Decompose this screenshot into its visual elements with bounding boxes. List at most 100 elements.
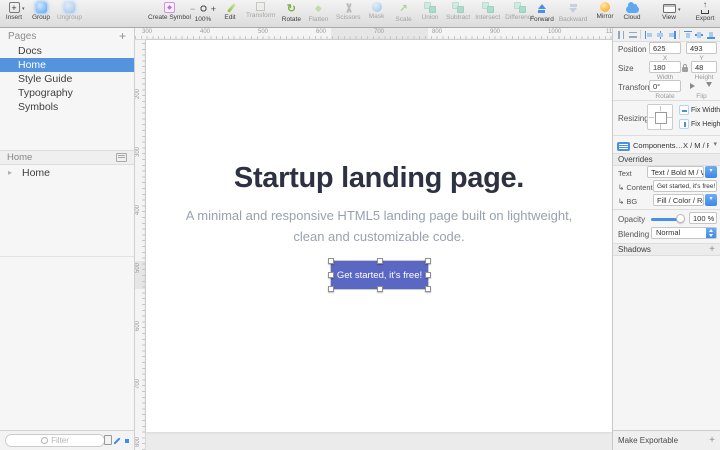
text-override-field[interactable]: Text / Bold M / Whi… bbox=[647, 166, 704, 178]
align-top-icon[interactable] bbox=[684, 31, 692, 39]
sidebar-page-home[interactable]: Home bbox=[0, 58, 134, 72]
width-field[interactable]: 180 bbox=[649, 61, 681, 73]
sidebar-page-typography[interactable]: Typography bbox=[0, 86, 134, 100]
pages-header: Pages + bbox=[0, 28, 134, 44]
ungroup-icon bbox=[64, 2, 75, 13]
toolbar-intersect-button[interactable]: Intersect bbox=[475, 2, 500, 21]
distribute-horizontal-icon[interactable] bbox=[617, 31, 625, 39]
horizontal-ruler: 30040050060070080090010001100 bbox=[135, 28, 612, 40]
toolbar-cloud-button[interactable]: Cloud bbox=[621, 2, 643, 21]
subtitle-text-layer[interactable]: A minimal and responsive HTML5 landing p… bbox=[146, 205, 612, 247]
toolbar-transform-button[interactable]: Transform bbox=[246, 2, 275, 23]
align-left-icon[interactable] bbox=[645, 31, 653, 39]
text-override-dropdown-button[interactable]: ▾ bbox=[705, 166, 717, 178]
align-bottom-icon[interactable] bbox=[707, 31, 715, 39]
toolbar-backward-button[interactable]: Backward bbox=[559, 2, 588, 23]
content-override-field[interactable]: Get started, it's free! bbox=[653, 180, 717, 192]
resizing-diagram[interactable] bbox=[647, 104, 673, 130]
make-exportable-add-button[interactable]: + bbox=[709, 435, 715, 446]
shadows-label: Shadows bbox=[618, 243, 651, 256]
position-y-field[interactable]: 493 bbox=[686, 42, 717, 54]
selection-handle-sw[interactable] bbox=[328, 286, 334, 292]
opacity-slider-knob[interactable] bbox=[676, 214, 685, 223]
align-right-icon[interactable] bbox=[668, 31, 676, 39]
blending-dropdown[interactable]: Normal bbox=[651, 227, 717, 239]
lock-icon[interactable] bbox=[682, 67, 688, 72]
edit-icon bbox=[225, 2, 235, 13]
ruler-label: 600 bbox=[316, 29, 326, 35]
sidebar-page-style-guide[interactable]: Style Guide bbox=[0, 72, 134, 86]
toolbar-flatten-button[interactable]: ◆Flatten bbox=[307, 2, 329, 23]
flip-horizontal-icon[interactable] bbox=[690, 83, 698, 89]
toolbar-100%-button[interactable]: 100% bbox=[190, 2, 216, 23]
toolbar-edit-button[interactable]: Edit bbox=[219, 2, 241, 23]
selection-handle-e[interactable] bbox=[425, 272, 431, 278]
cta-button-layer[interactable]: Get started, it's free! bbox=[331, 261, 428, 289]
add-shadow-button[interactable]: + bbox=[709, 243, 715, 256]
sidebar-page-symbols[interactable]: Symbols bbox=[0, 100, 134, 114]
layer-item-home[interactable]: ▸ Home bbox=[0, 166, 134, 180]
rotate-icon: ↻ bbox=[287, 2, 296, 15]
page-icon[interactable] bbox=[104, 435, 112, 445]
pencil-icon[interactable] bbox=[113, 437, 120, 444]
opacity-value-field[interactable]: 100 % bbox=[689, 212, 717, 224]
insert-icon bbox=[9, 2, 20, 13]
selection-handle-n[interactable] bbox=[377, 258, 383, 264]
toolbar-view-button[interactable]: View bbox=[658, 2, 680, 21]
toolbar-create-symbol-button[interactable]: Create Symbol bbox=[148, 2, 191, 21]
stepper-icon[interactable] bbox=[706, 227, 717, 239]
toolbar-group-button[interactable]: Group bbox=[30, 2, 52, 21]
blending-label: Blending bbox=[618, 230, 649, 239]
flip-vertical-icon[interactable] bbox=[706, 82, 712, 90]
sidebar-page-docs[interactable]: Docs bbox=[0, 44, 134, 58]
divider bbox=[613, 209, 720, 210]
toolbar-union-button[interactable]: Union bbox=[419, 2, 441, 21]
union-icon bbox=[424, 2, 436, 13]
selection-handle-w[interactable] bbox=[328, 272, 334, 278]
height-field[interactable]: 48 bbox=[691, 61, 717, 73]
ruler-label: 500 bbox=[258, 29, 268, 35]
artboard-home[interactable]: Startup landing page. A minimal and resp… bbox=[146, 40, 612, 432]
toolbar-group: UnionSubtractIntersectDifference bbox=[419, 2, 535, 21]
selection-handle-ne[interactable] bbox=[425, 258, 431, 264]
toolbar-mask-button[interactable]: Mask bbox=[366, 2, 388, 23]
toolbar-subtract-button[interactable]: Subtract bbox=[446, 2, 470, 21]
content-override-label: ↳ Content bbox=[618, 183, 653, 192]
bg-override-dropdown-button[interactable]: ▾ bbox=[705, 194, 717, 206]
fix-width-row[interactable]: Fix Width bbox=[679, 105, 720, 115]
disclosure-triangle-icon[interactable]: ▸ bbox=[8, 166, 12, 180]
distribute-vertical-icon[interactable] bbox=[629, 31, 637, 39]
rotate-field[interactable]: 0° bbox=[649, 80, 681, 92]
subtitle-line-2: clean and customizable code. bbox=[146, 226, 612, 247]
toolbar-scale-button[interactable]: ↗Scale bbox=[393, 2, 415, 23]
selection-handle-s[interactable] bbox=[377, 286, 383, 292]
align-center-horizontal-icon[interactable] bbox=[656, 31, 664, 39]
toolbar-scissors-button[interactable]: Scissors bbox=[336, 2, 361, 23]
add-page-button[interactable]: + bbox=[119, 31, 126, 41]
fix-height-icon[interactable] bbox=[679, 119, 689, 129]
toolbar-mirror-button[interactable]: Mirror bbox=[594, 2, 616, 21]
toolbar-ungroup-button[interactable]: Ungroup bbox=[57, 2, 82, 21]
toolbar-forward-button[interactable]: Forward bbox=[530, 2, 554, 23]
filter-input[interactable]: Filter bbox=[5, 434, 105, 447]
position-x-field[interactable]: 625 bbox=[649, 42, 681, 54]
square-icon[interactable] bbox=[125, 439, 129, 443]
canvas[interactable]: 30040050060070080090010001100 2003004005… bbox=[135, 28, 612, 450]
list-view-icon[interactable] bbox=[116, 153, 127, 162]
symbol-selector[interactable]: Components…X / M / Primary bbox=[633, 141, 709, 150]
toolbar-rotate-button[interactable]: ↻Rotate bbox=[280, 2, 302, 23]
group-icon bbox=[36, 2, 47, 13]
scissors-icon bbox=[343, 2, 353, 13]
selection-handle-nw[interactable] bbox=[328, 258, 334, 264]
selection-handle-se[interactable] bbox=[425, 286, 431, 292]
get-started-button[interactable]: Get started, it's free! bbox=[331, 261, 428, 289]
bg-override-field[interactable]: Fill / Color / Round… bbox=[653, 194, 704, 206]
fix-height-row[interactable]: Fix Height bbox=[679, 119, 720, 129]
toolbar-insert-button[interactable]: Insert bbox=[3, 2, 25, 21]
headline-text-layer[interactable]: Startup landing page. bbox=[146, 162, 612, 195]
toolbar-item-label: Edit bbox=[224, 14, 235, 21]
fix-width-icon[interactable] bbox=[679, 105, 689, 115]
chevron-down-icon[interactable]: ▾ bbox=[713, 140, 717, 148]
align-middle-vertical-icon[interactable] bbox=[695, 31, 703, 39]
toolbar-export-button[interactable]: Export bbox=[694, 2, 716, 22]
